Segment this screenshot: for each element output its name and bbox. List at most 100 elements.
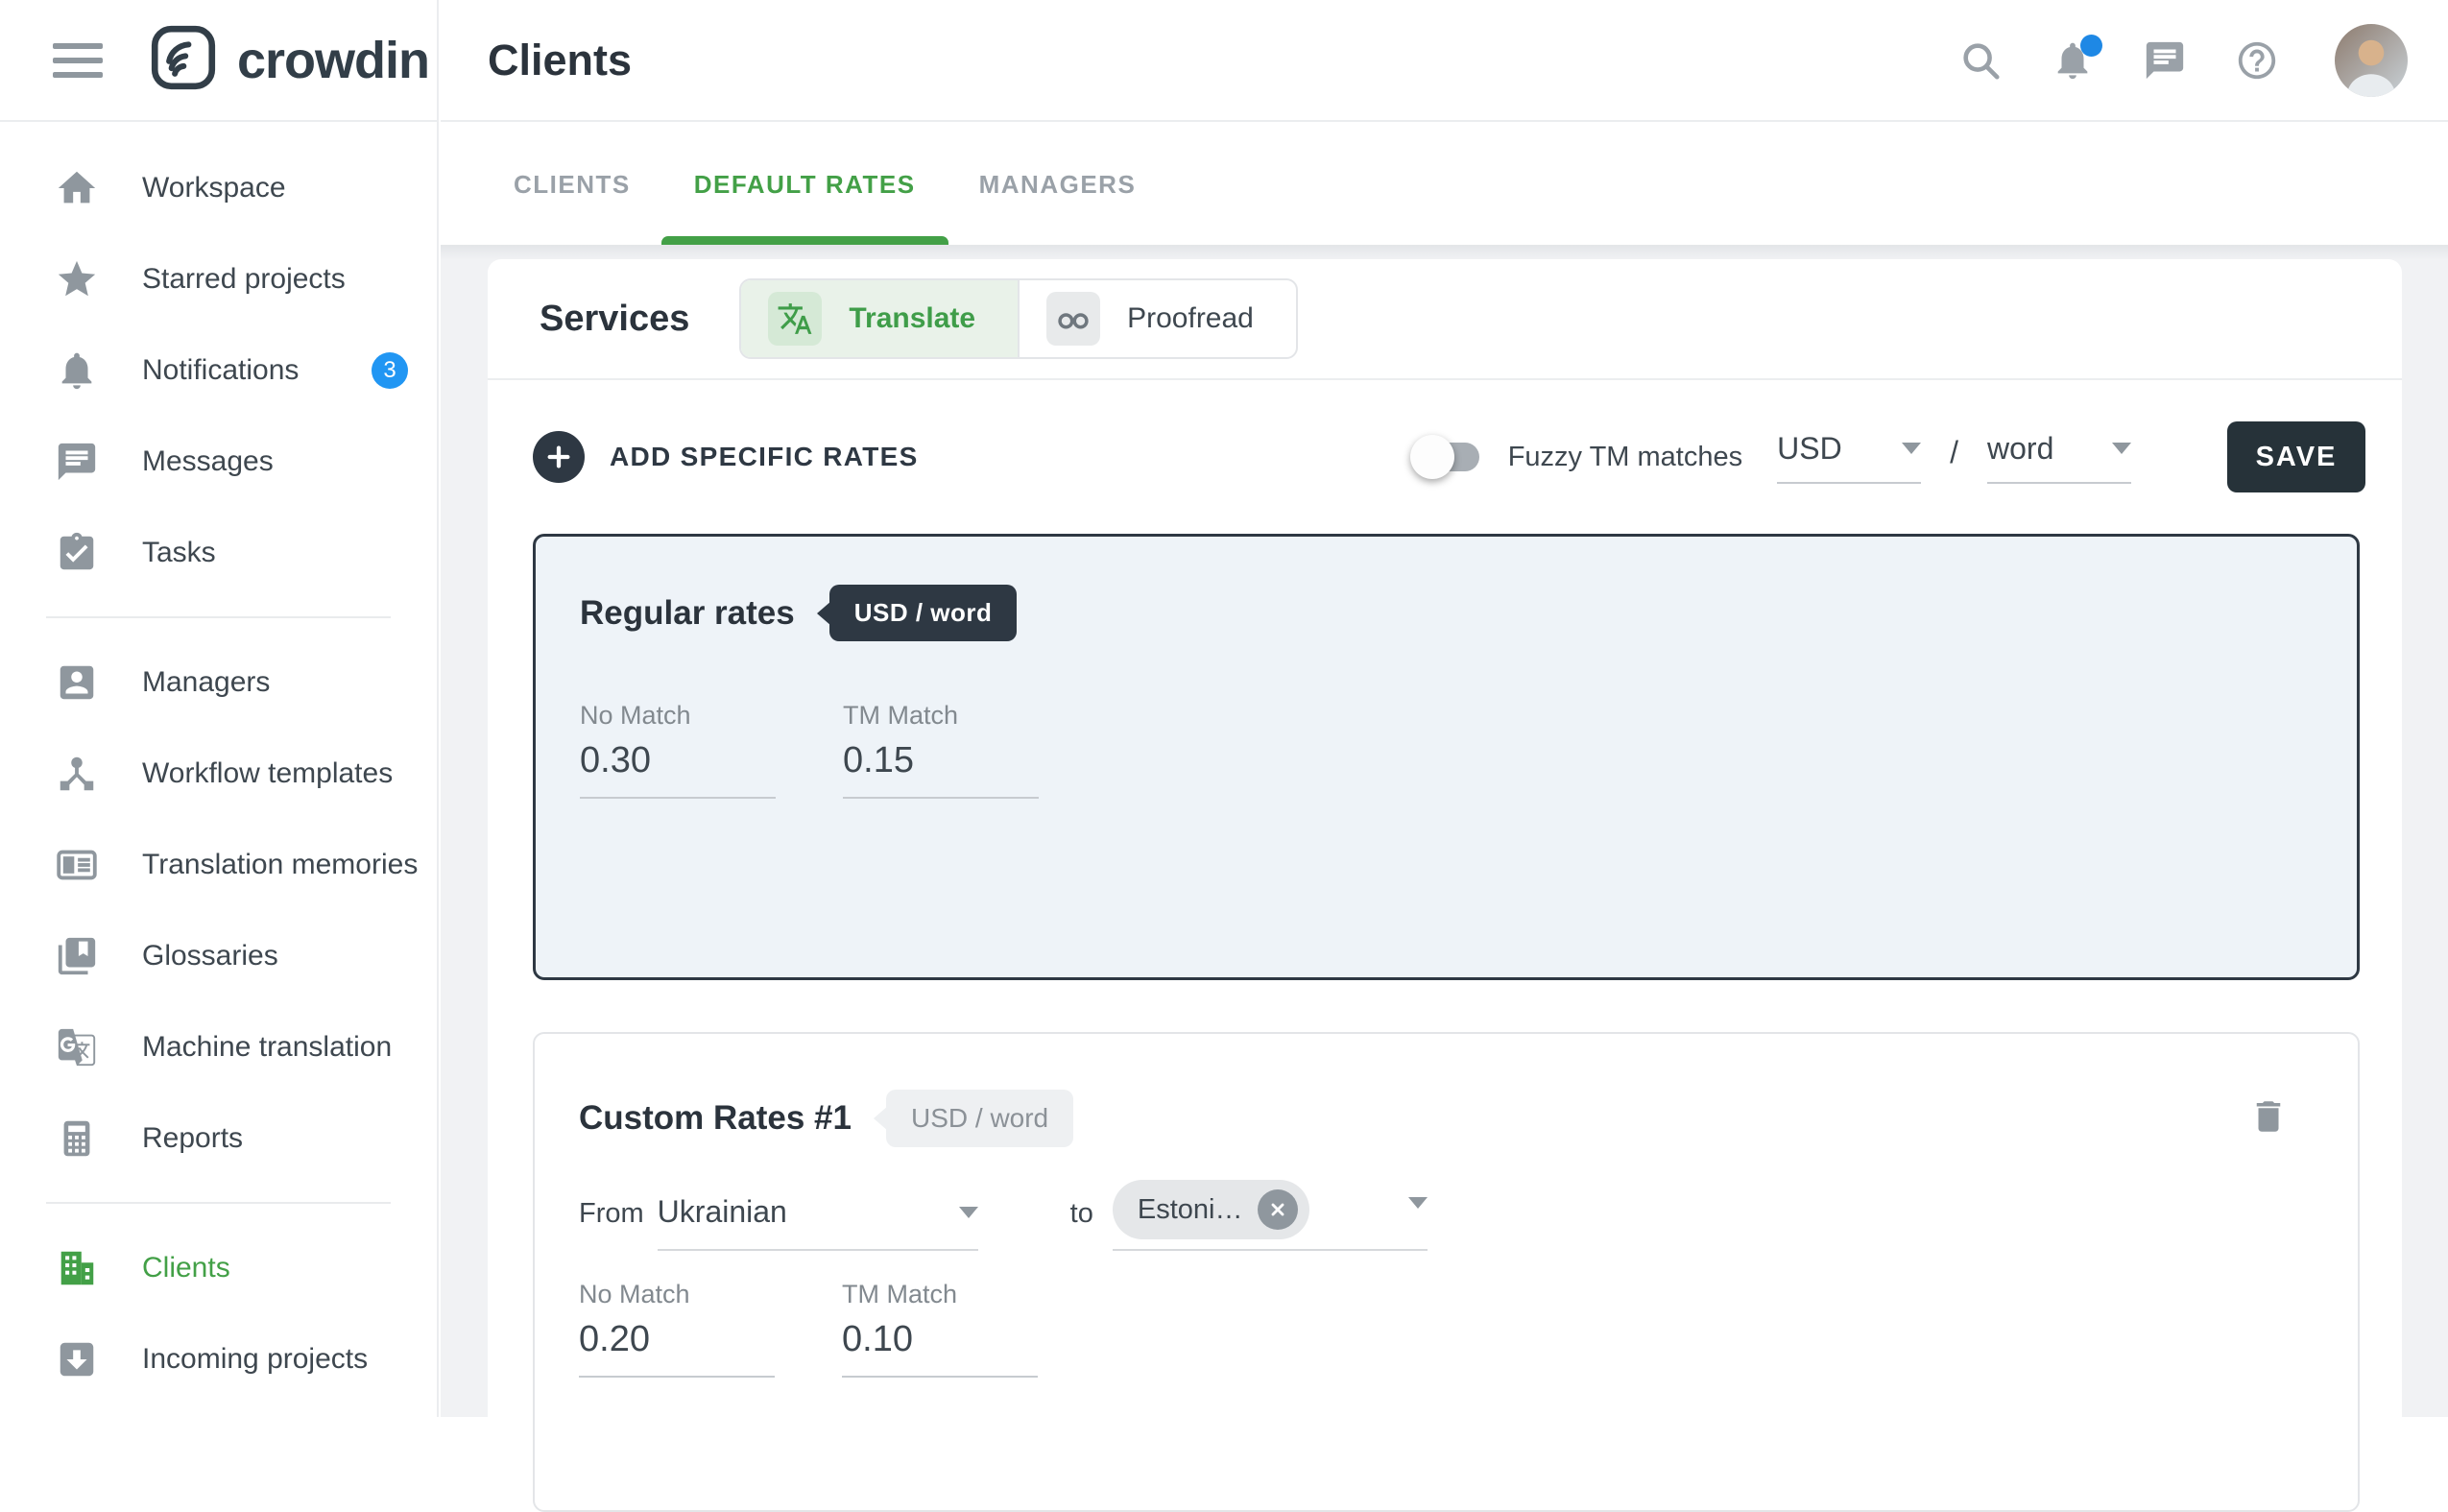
sidebar-item-managers[interactable]: Managers [0,636,437,728]
search-icon[interactable] [1958,38,2003,83]
star-icon [55,257,99,301]
sidebar-item-tasks[interactable]: Tasks [0,507,437,598]
source-language-value: Ukrainian [658,1194,787,1230]
proofread-glasses-icon [1046,292,1100,346]
help-icon[interactable] [2235,38,2279,83]
tm-match-input[interactable]: 0.15 [843,740,1039,799]
page-title: Clients [488,36,632,85]
glossaries-icon [55,934,99,978]
sidebar-item-notifications[interactable]: Notifications 3 [0,324,437,416]
message-icon [55,440,99,484]
header-icons [1958,24,2408,97]
segment-label: Translate [849,302,975,335]
trash-icon [2248,1096,2289,1137]
sidebar-nav: Workspace Starred projects Notifications… [0,122,437,1404]
chevron-down-icon [1408,1197,1428,1209]
currency-select[interactable]: USD [1777,431,1921,484]
rate-settings-controls: Fuzzy TM matches USD / word SAVE [1418,421,2365,492]
sidebar-item-clients[interactable]: Clients [0,1222,437,1313]
crowdin-logo-icon [147,21,220,99]
messages-icon[interactable] [2143,38,2187,83]
source-language-select[interactable]: Ukrainian [658,1194,978,1251]
incoming-projects-icon [55,1337,99,1381]
remove-language-button[interactable] [1258,1189,1298,1230]
sidebar-item-workflow-templates[interactable]: Workflow templates [0,728,437,819]
chevron-down-icon [2112,443,2131,454]
services-row: Services Translate Proofread [488,259,2402,380]
crowdin-logo[interactable]: crowdin [147,21,429,99]
regular-rates-header: Regular rates USD / word [580,585,2313,641]
tab-default-rates[interactable]: DEFAULT RATES [694,124,916,245]
sidebar-item-label: Tasks [142,537,216,569]
bell-icon [55,348,99,393]
actions-row: ADD SPECIFIC RATES Fuzzy TM matches USD … [488,380,2402,534]
toggle-knob [1410,435,1454,479]
save-button[interactable]: SAVE [2227,421,2365,492]
translate-icon [768,292,822,346]
add-specific-rates-button[interactable]: ADD SPECIFIC RATES [533,431,919,483]
chevron-down-icon [959,1207,978,1218]
unit-value: word [1987,431,2053,467]
no-match-input[interactable]: 0.30 [580,740,776,799]
sidebar-item-label: Reports [142,1122,243,1155]
regular-rates-title: Regular rates [580,594,795,633]
field-label: TM Match [843,701,1039,731]
sidebar-item-label: Glossaries [142,940,278,972]
sidebar-item-label: Workflow templates [142,757,393,790]
sidebar-item-label: Workspace [142,172,286,204]
machine-translation-icon [55,1025,99,1069]
custom-rates-title: Custom Rates #1 [579,1099,852,1138]
top-header: Clients [441,0,2448,122]
hamburger-menu-icon[interactable] [53,43,103,78]
field-label: No Match [579,1280,775,1309]
fuzzy-tm-toggle[interactable] [1418,443,1479,471]
target-language-chip-label: Estoni… [1138,1194,1243,1226]
sidebar-item-reports[interactable]: Reports [0,1092,437,1184]
translation-memories-icon [55,843,99,887]
sidebar-item-machine-translation[interactable]: Machine translation [0,1001,437,1092]
sidebar-item-label: Starred projects [142,263,346,296]
sidebar-item-glossaries[interactable]: Glossaries [0,910,437,1001]
regular-rates-card: Regular rates USD / word No Match 0.30 T… [533,534,2360,980]
tab-managers[interactable]: MANAGERS [979,124,1137,245]
user-avatar[interactable] [2335,24,2408,97]
tab-clients[interactable]: CLIENTS [514,124,631,245]
sidebar-item-incoming-projects[interactable]: Incoming projects [0,1313,437,1404]
currency-value: USD [1777,431,1842,467]
tm-match-field: TM Match 0.10 [842,1280,1038,1378]
unit-select[interactable]: word [1987,431,2131,484]
crowdin-logo-text: crowdin [237,31,429,90]
language-pair-row: From Ukrainian to Estoni… [579,1180,2314,1251]
plus-icon [533,431,585,483]
tm-match-input[interactable]: 0.10 [842,1319,1038,1378]
sidebar-item-label: Translation memories [142,849,418,881]
target-language-select[interactable]: Estoni… [1113,1180,1428,1251]
sidebar-item-label: Managers [142,666,270,699]
notifications-bell-icon[interactable] [2051,38,2095,83]
regular-rates-unit-badge: USD / word [829,585,1018,641]
custom-rates-unit-badge: USD / word [886,1090,1073,1147]
tasks-icon [55,531,99,575]
default-rates-panel: Services Translate Proofread [488,259,2402,1440]
delete-custom-rates-button[interactable] [2248,1096,2289,1141]
service-segmented-control: Translate Proofread [739,278,1297,359]
chevron-down-icon [1902,443,1921,454]
segment-translate[interactable]: Translate [741,280,1020,357]
sidebar: crowdin Workspace Starred projects Notif… [0,0,439,1417]
tm-match-field: TM Match 0.15 [843,701,1039,799]
add-specific-rates-label: ADD SPECIFIC RATES [610,442,919,472]
custom-rates-card: Custom Rates #1 USD / word From Ukrainia… [533,1032,2360,1512]
target-language-chip: Estoni… [1113,1180,1310,1239]
from-label: From [579,1198,644,1251]
managers-icon [55,660,99,705]
sidebar-item-workspace[interactable]: Workspace [0,142,437,233]
per-separator: / [1950,435,1958,480]
sidebar-item-translation-memories[interactable]: Translation memories [0,819,437,910]
no-match-input[interactable]: 0.20 [579,1319,775,1378]
sidebar-item-label: Notifications [142,354,299,387]
fuzzy-tm-label: Fuzzy TM matches [1508,442,1742,473]
sidebar-item-starred-projects[interactable]: Starred projects [0,233,437,324]
segment-proofread[interactable]: Proofread [1020,280,1296,357]
notifications-unread-dot [2080,35,2102,57]
sidebar-item-messages[interactable]: Messages [0,416,437,507]
